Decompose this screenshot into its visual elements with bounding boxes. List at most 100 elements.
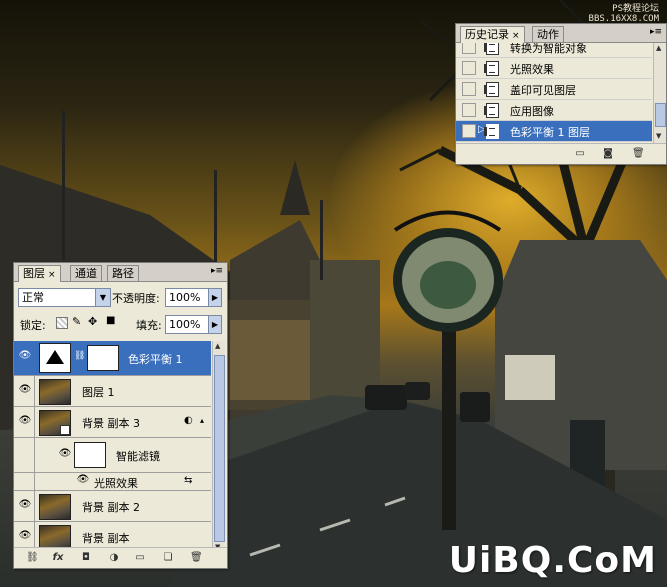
tab-channels[interactable]: 通道 (70, 265, 102, 281)
eye-icon[interactable]: 👁 (16, 350, 34, 366)
eye-column-divider (34, 473, 35, 490)
new-group-icon[interactable]: ▭ (134, 552, 146, 563)
chain-link-icon[interactable]: ⛓ (74, 351, 85, 361)
history-source-checkbox[interactable] (462, 124, 476, 138)
tab-paths[interactable]: 路径 (107, 265, 139, 281)
layers-scrollbar[interactable]: ▲ ▼ (212, 341, 225, 554)
history-item[interactable]: 光照效果 (456, 58, 652, 79)
add-mask-icon[interactable]: ◘ (80, 552, 92, 563)
history-item-label: 应用图像 (510, 105, 554, 118)
eye-icon[interactable]: 👁 (74, 474, 92, 490)
filter-blending-options-icon[interactable]: ⇆ (184, 475, 192, 486)
layer-row-layer-1[interactable]: 👁 图层 1 (14, 376, 211, 407)
history-panel: 历史记录 × 动作 ▸≡ 转换为智能对象 光照效果 盖印可见图层 应用图像 ▷ … (455, 23, 667, 165)
panel-menu-icon[interactable]: ▸≡ (650, 27, 662, 37)
smart-filters-indicator-icon[interactable]: ◐ (184, 415, 193, 426)
blend-row: 正常 ▼ 不透明度: 100% ▶ (14, 286, 227, 310)
eye-icon[interactable]: 👁 (16, 499, 34, 515)
history-state-icon (484, 43, 499, 55)
eye-icon[interactable]: 👁 (16, 384, 34, 400)
tab-actions[interactable]: 动作 (532, 26, 564, 42)
smart-filter-mask-thumbnail[interactable] (74, 442, 106, 468)
history-item-selected[interactable]: ▷ 色彩平衡 1 图层 (456, 121, 652, 142)
layers-panel: 图层 × 通道 路径 ▸≡ 正常 ▼ 不透明度: 100% ▶ 锁定: ✎ ✥ ■… (13, 262, 228, 569)
history-state-icon (484, 82, 499, 97)
chevron-down-icon[interactable]: ▼ (95, 289, 110, 306)
layer-name: 背景 副本 (82, 532, 130, 545)
link-layers-icon[interactable]: ⛓ (26, 552, 39, 563)
lock-pixels-icon[interactable]: ✎ (72, 315, 81, 328)
scroll-thumb[interactable] (214, 355, 225, 542)
layer-row-background-copy-3[interactable]: 👁 背景 副本 3 ◐ ▴ (14, 407, 211, 438)
watermark: PS教程论坛 BBS.16XX8.COM (589, 4, 659, 24)
smart-object-badge-icon (60, 425, 70, 435)
eye-icon[interactable]: 👁 (16, 415, 34, 431)
expand-arrow-icon[interactable]: ▴ (200, 416, 204, 425)
trash-icon[interactable]: 🗑 (632, 148, 645, 159)
layer-row-lighting-effects[interactable]: 👁 光照效果 ⇆ (14, 473, 211, 491)
layer-thumbnail (39, 494, 71, 520)
layer-list: 👁 ⛓ 色彩平衡 1 👁 图层 1 👁 背景 副本 3 ◐ ▴ 👁 智能滤镜 👁… (14, 341, 211, 554)
fill-slider-arrow-icon[interactable]: ▶ (208, 316, 221, 333)
scroll-down-arrow-icon[interactable]: ▼ (656, 132, 661, 140)
tab-paths-label: 路径 (112, 267, 134, 280)
history-state-icon (484, 61, 499, 76)
lock-all-icon[interactable]: ■ (106, 315, 115, 326)
opacity-value: 100% (169, 291, 201, 304)
new-snapshot-icon[interactable]: ◙ (602, 148, 614, 159)
adjustment-layer-icon[interactable]: ◑ (108, 552, 120, 563)
eye-icon[interactable]: 👁 (16, 530, 34, 546)
opacity-label: 不透明度: (112, 292, 160, 305)
tab-history[interactable]: 历史记录 × (460, 26, 525, 43)
history-source-checkbox[interactable] (462, 61, 476, 75)
history-item[interactable]: 应用图像 (456, 100, 652, 121)
tab-channels-label: 通道 (75, 267, 97, 280)
blend-mode-select[interactable]: 正常 ▼ (18, 288, 111, 307)
fill-input[interactable]: 100% ▶ (165, 315, 222, 334)
layer-name: 色彩平衡 1 (128, 353, 183, 366)
layer-name: 背景 副本 2 (82, 501, 140, 514)
fill-label: 填充: (136, 319, 162, 332)
eye-icon[interactable]: 👁 (56, 448, 74, 464)
layer-row-smart-filters[interactable]: 👁 智能滤镜 (14, 438, 211, 473)
close-icon[interactable]: × (48, 270, 56, 280)
history-source-checkbox[interactable] (462, 43, 476, 54)
layer-name: 智能滤镜 (116, 450, 160, 463)
layer-row-color-balance[interactable]: 👁 ⛓ 色彩平衡 1 (14, 341, 211, 376)
lock-row: 锁定: ✎ ✥ ■ 填充: 100% ▶ (14, 313, 227, 337)
layer-name: 图层 1 (82, 386, 115, 399)
lock-label: 锁定: (20, 319, 46, 332)
history-state-icon (484, 124, 499, 139)
panel-menu-icon[interactable]: ▸≡ (211, 266, 223, 276)
opacity-slider-arrow-icon[interactable]: ▶ (208, 289, 221, 306)
new-document-from-state-icon[interactable]: ▭ (574, 148, 586, 159)
scroll-up-arrow-icon[interactable]: ▲ (656, 44, 661, 52)
layer-style-fx-icon[interactable]: fx (52, 552, 64, 563)
history-source-checkbox[interactable] (462, 103, 476, 117)
layers-tab-bar: 图层 × 通道 路径 ▸≡ (14, 263, 227, 282)
history-scrollbar[interactable]: ▲ ▼ (653, 43, 666, 143)
history-item-label: 色彩平衡 1 图层 (510, 126, 590, 139)
close-icon[interactable]: × (512, 31, 520, 41)
layer-row-background-copy-2[interactable]: 👁 背景 副本 2 (14, 491, 211, 522)
scroll-up-arrow-icon[interactable]: ▲ (215, 342, 220, 350)
history-item[interactable]: 盖印可见图层 (456, 79, 652, 100)
eye-column-divider (34, 491, 35, 521)
blend-mode-value: 正常 (22, 291, 44, 304)
scroll-thumb[interactable] (655, 103, 666, 127)
layer-mask-thumbnail[interactable] (87, 345, 119, 371)
layer-thumbnail (39, 379, 71, 405)
fill-value: 100% (169, 318, 201, 331)
history-state-icon (484, 103, 499, 118)
opacity-input[interactable]: 100% ▶ (165, 288, 222, 307)
trash-icon[interactable]: 🗑 (190, 552, 203, 563)
watermark-line1: PS教程论坛 (612, 4, 659, 14)
history-item[interactable]: 转换为智能对象 (456, 43, 652, 58)
history-source-checkbox[interactable] (462, 82, 476, 96)
tab-layers[interactable]: 图层 × (18, 265, 61, 282)
adjustment-thumbnail-icon (39, 343, 71, 373)
history-item-label: 光照效果 (510, 63, 554, 76)
lock-transparent-icon[interactable] (56, 317, 68, 329)
lock-position-icon[interactable]: ✥ (88, 315, 97, 328)
new-layer-icon[interactable]: ❏ (162, 552, 174, 563)
